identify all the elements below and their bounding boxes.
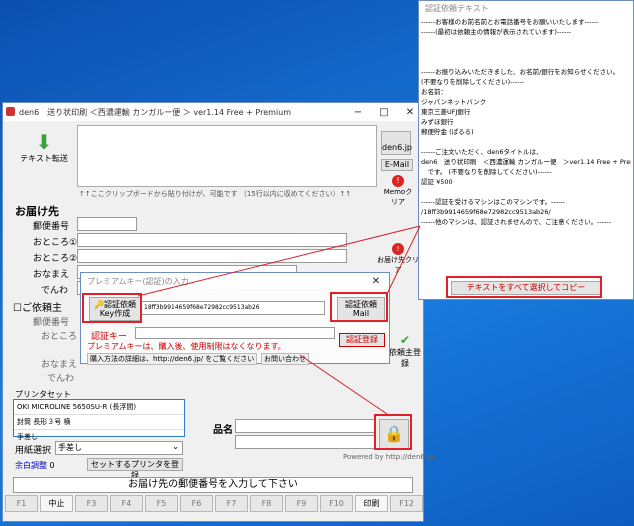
- callout-lines: [137, 225, 421, 417]
